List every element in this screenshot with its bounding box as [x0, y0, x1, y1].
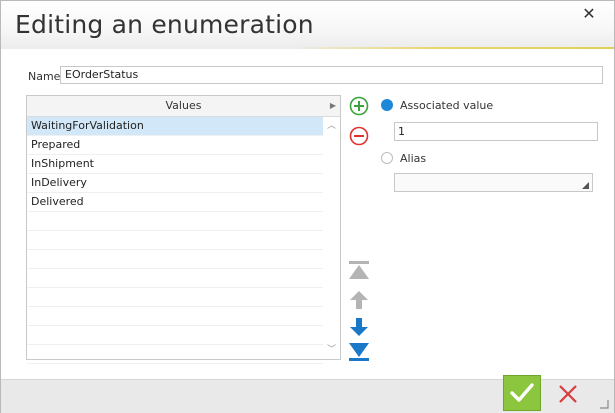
list-item-delivered[interactable]: Delivered [27, 193, 323, 212]
move-down-button[interactable] [348, 316, 370, 338]
remove-circle-icon [349, 126, 369, 146]
list-item-indelivery[interactable]: InDelivery [27, 174, 323, 193]
list-item-empty [27, 212, 323, 231]
list-item-empty [27, 269, 323, 288]
title-bar: Editing an enumeration ✕ [1, 1, 614, 49]
ok-button[interactable] [503, 375, 541, 411]
resize-grip-icon [600, 400, 609, 409]
scroll-up-icon[interactable]: ︿ [323, 119, 340, 133]
alias-label: Alias [400, 152, 427, 165]
associated-value-input[interactable] [394, 122, 598, 141]
close-icon: ✕ [582, 3, 596, 23]
arrow-down-icon [350, 318, 368, 336]
arrow-up-icon [350, 291, 368, 309]
list-item-empty [27, 231, 323, 250]
move-bottom-icon [349, 343, 369, 361]
values-header-label: Values [165, 99, 202, 112]
name-input[interactable] [60, 66, 603, 84]
checkmark-icon [510, 383, 534, 402]
alias-dropdown[interactable] [394, 173, 593, 192]
move-bottom-button[interactable] [348, 341, 370, 363]
enumeration-dialog: Editing an enumeration ✕ Name Values ▶ W… [0, 0, 615, 413]
list-item-empty [27, 307, 323, 326]
add-circle-icon [349, 96, 369, 116]
values-list: Values ▶ WaitingForValidation Prepared I… [26, 95, 341, 364]
move-top-button[interactable] [348, 259, 370, 281]
header-menu-arrow-icon[interactable]: ▶ [330, 96, 336, 116]
resize-grip-icon[interactable] [599, 399, 609, 409]
dropdown-arrow-icon [582, 182, 589, 189]
move-top-icon [349, 261, 369, 279]
scroll-down-icon[interactable]: ﹀ [323, 343, 340, 357]
values-scrollbar[interactable]: ︿ ﹀ [323, 117, 340, 359]
associated-value-radio[interactable] [381, 99, 393, 111]
title-accent-line [291, 47, 614, 49]
list-item-empty [27, 326, 323, 345]
remove-value-button[interactable] [348, 125, 370, 147]
associated-value-label: Associated value [400, 99, 494, 112]
list-item-empty [27, 250, 323, 269]
values-rows: WaitingForValidation Prepared InShipment… [27, 117, 323, 364]
name-label: Name [28, 70, 61, 83]
list-item-prepared[interactable]: Prepared [27, 136, 323, 155]
dialog-title: Editing an enumeration [15, 10, 314, 39]
close-button[interactable]: ✕ [579, 3, 599, 23]
list-item-empty [27, 288, 323, 307]
list-item-inshipment[interactable]: InShipment [27, 155, 323, 174]
cancel-button[interactable] [549, 379, 587, 409]
add-value-button[interactable] [348, 95, 370, 117]
values-column-header[interactable]: Values ▶ [27, 96, 340, 117]
list-item-waitingforvalidation[interactable]: WaitingForValidation [27, 117, 323, 136]
move-up-button[interactable] [348, 289, 370, 311]
alias-radio[interactable] [381, 152, 393, 164]
cross-icon [559, 385, 577, 403]
list-item-empty [27, 345, 323, 364]
